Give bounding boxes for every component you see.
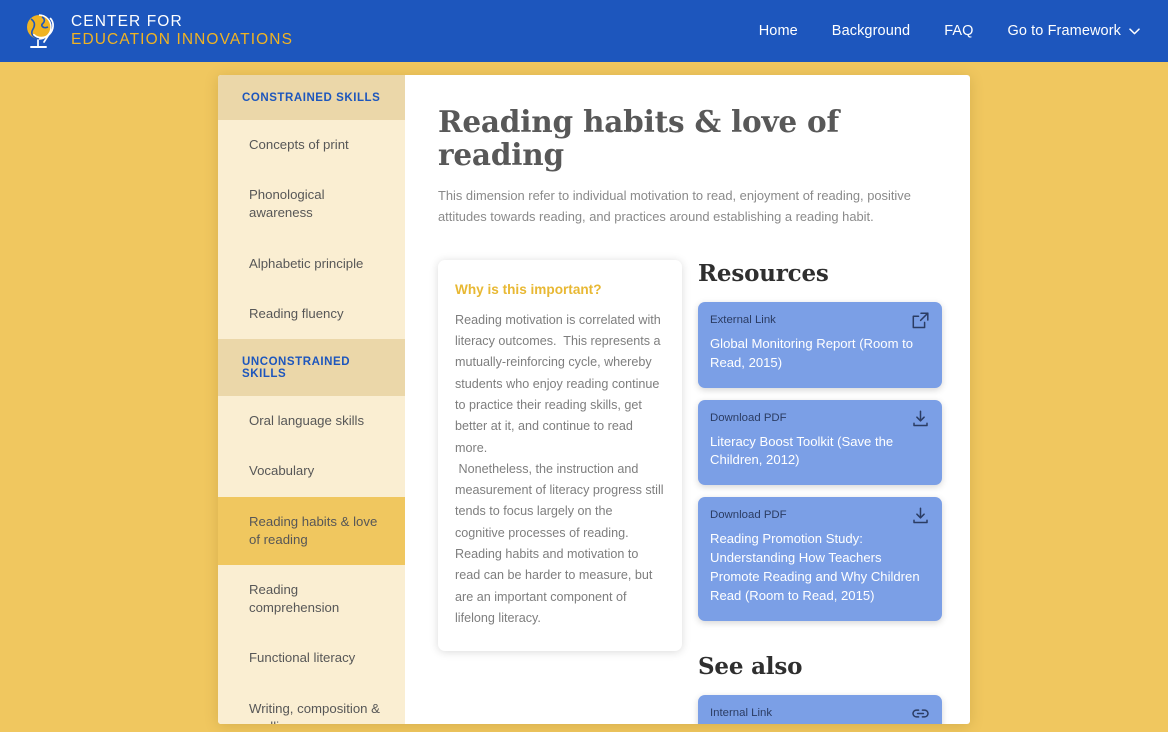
resource-card-download-pdf-1[interactable]: Download PDF Literacy Boost Toolkit (Sav… <box>698 399 942 486</box>
main-navigation: Home Background FAQ Go to Framework <box>759 23 1140 39</box>
nav-item-go-to-framework-label: Go to Framework <box>1007 23 1121 39</box>
sidebar-item-oral-language-skills[interactable]: Oral language skills <box>218 396 405 446</box>
resource-title-label: Reading Promotion Study: Understanding H… <box>710 531 920 603</box>
resource-kind-label: Download PDF <box>710 411 787 424</box>
page-stage: CONSTRAINED SKILLS Concepts of print Pho… <box>0 62 1168 732</box>
see-also-title: See also <box>698 652 803 680</box>
resources-title: Resources <box>698 259 829 287</box>
sidebar-item-alphabetic-principle[interactable]: Alphabetic principle <box>218 239 405 289</box>
brand-line-secondary: EDUCATION INNOVATIONS <box>71 31 294 48</box>
sidebar-heading-constrained-skills: CONSTRAINED SKILLS <box>218 75 405 120</box>
nav-item-home[interactable]: Home <box>759 23 798 39</box>
sidebar-heading-unconstrained-skills: UNCONSTRAINED SKILLS <box>218 339 405 397</box>
resource-card-download-pdf-2[interactable]: Download PDF Reading Promotion Study: Un… <box>698 497 942 621</box>
download-icon <box>912 410 929 427</box>
chevron-down-icon <box>1129 27 1140 35</box>
sidebar-item-functional-literacy[interactable]: Functional literacy <box>218 633 405 683</box>
brand-line-primary: CENTER FOR <box>71 13 183 31</box>
sidebar-item-vocabulary[interactable]: Vocabulary <box>218 446 405 496</box>
main-content: Reading habits & love of reading This di… <box>405 75 970 724</box>
resource-kind-label: External Link <box>710 313 776 326</box>
why-important-body: Reading motivation is correlated with li… <box>455 312 664 625</box>
sidebar-item-reading-habits-love-of-reading[interactable]: Reading habits & love of reading <box>218 496 405 565</box>
why-important-card: Why is this important? Reading motivatio… <box>438 259 682 652</box>
resource-card-external-link[interactable]: External Link Global Monitoring Report (… <box>698 301 942 388</box>
page-description: This dimension refer to individual motiv… <box>438 188 911 224</box>
nav-item-background[interactable]: Background <box>832 23 910 39</box>
skills-sidebar: CONSTRAINED SKILLS Concepts of print Pho… <box>218 75 405 724</box>
resource-title-label: Global Monitoring Report (Room to Read, … <box>710 335 914 370</box>
content-panel: CONSTRAINED SKILLS Concepts of print Pho… <box>218 75 970 724</box>
resource-kind-label: Download PDF <box>710 509 787 522</box>
why-column: Why is this important? Reading motivatio… <box>438 259 682 652</box>
page-title: Reading habits & love of reading <box>438 104 840 173</box>
content-columns: Why is this important? Reading motivatio… <box>438 259 942 724</box>
sidebar-item-phonological-awareness[interactable]: Phonological awareness <box>218 170 405 238</box>
resource-title-label: Literacy Boost Toolkit (Save the Childre… <box>710 433 894 468</box>
sidebar-item-concepts-of-print[interactable]: Concepts of print <box>218 120 405 170</box>
nav-item-faq[interactable]: FAQ <box>944 23 973 39</box>
download-icon <box>912 507 929 524</box>
external-link-icon <box>912 312 929 329</box>
resource-kind-label: Internal Link <box>710 706 773 719</box>
sidebar-item-writing-composition-spelling[interactable]: Writing, composition & spelling <box>218 684 405 724</box>
resources-column: Resources External Link Global Monitorin… <box>698 260 942 724</box>
why-important-title: Why is this important? <box>455 281 602 297</box>
sidebar-item-reading-comprehension[interactable]: Reading comprehension <box>218 565 405 633</box>
brand-logo[interactable]: CENTER FOR EDUCATION INNOVATIONS <box>22 12 293 50</box>
link-chain-icon <box>912 705 929 722</box>
sidebar-item-reading-fluency[interactable]: Reading fluency <box>218 289 405 339</box>
see-also-card-internal-link[interactable]: Internal Link 2.2.1. Oral language skill… <box>698 694 942 724</box>
nav-item-go-to-framework[interactable]: Go to Framework <box>1008 23 1141 39</box>
globe-stand-icon <box>22 12 58 50</box>
top-navigation-bar: CENTER FOR EDUCATION INNOVATIONS Home Ba… <box>0 0 1168 62</box>
